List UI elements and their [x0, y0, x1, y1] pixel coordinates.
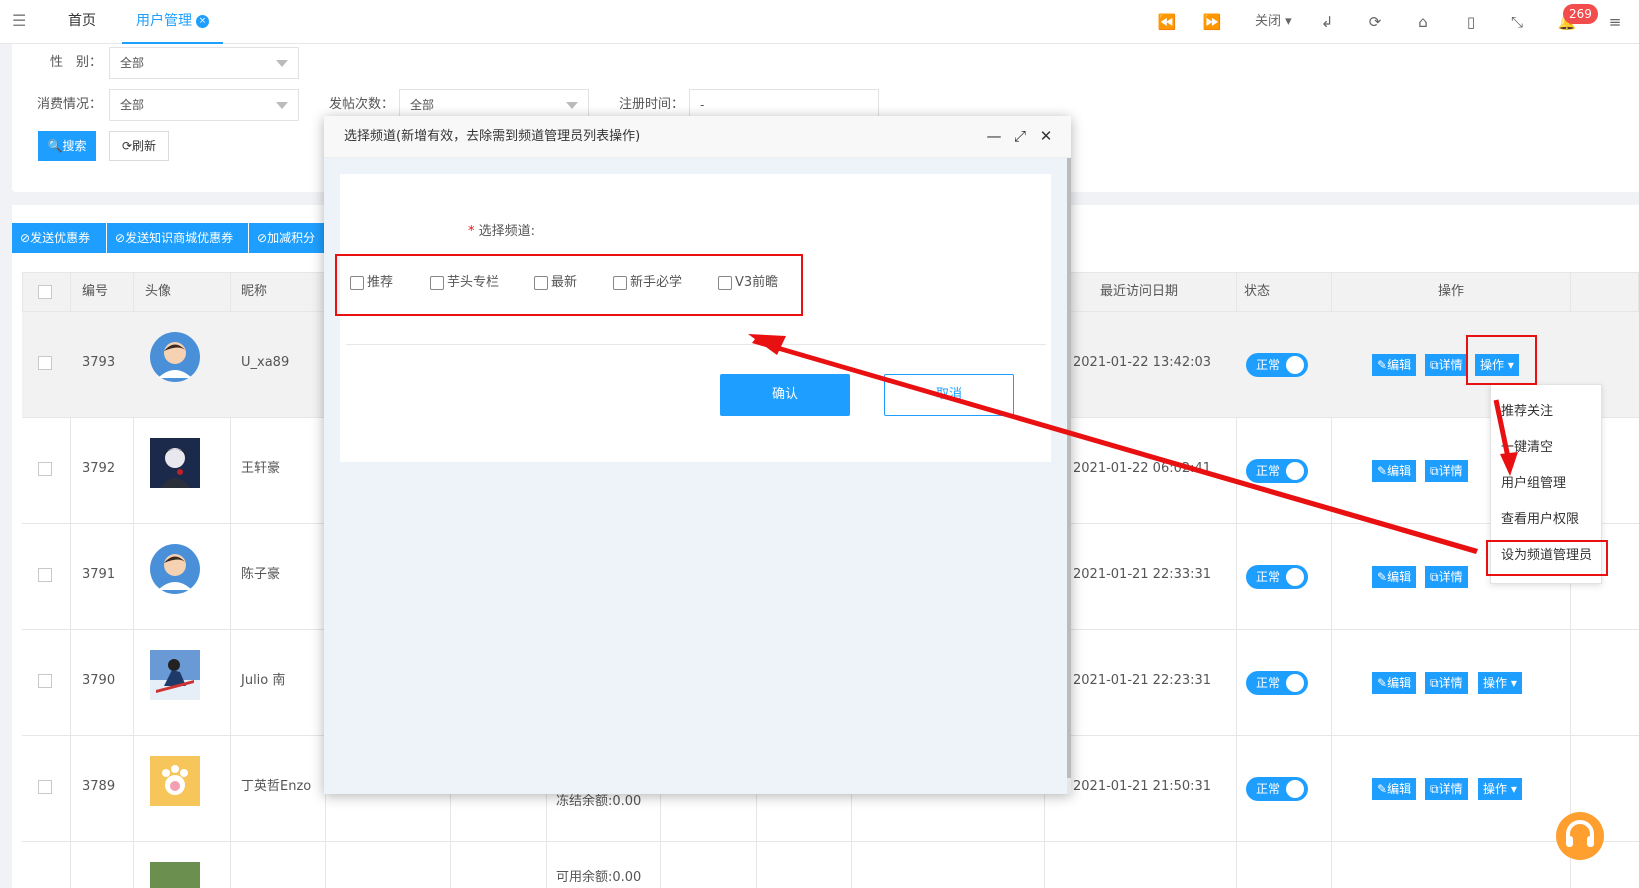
arrow-line — [1493, 399, 1512, 463]
annotation-arrows — [748, 334, 1518, 554]
arrow-head — [1500, 452, 1518, 476]
headset-icon — [1566, 820, 1594, 847]
arrow-line — [752, 339, 1478, 554]
customer-service-button[interactable] — [1556, 812, 1604, 860]
arrow-head — [748, 334, 786, 355]
